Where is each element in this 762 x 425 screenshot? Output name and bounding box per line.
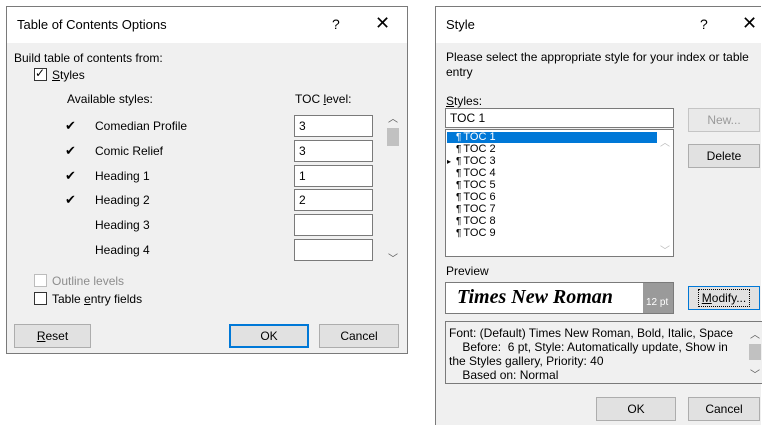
scrollbar-thumb[interactable]: [387, 128, 399, 146]
dialog-title: Table of Contents Options: [17, 17, 167, 32]
close-button[interactable]: ✕: [375, 13, 390, 34]
styles-list-scrollbar[interactable]: ︿ ﹀: [657, 130, 673, 256]
description-line: the Styles gallery, Priority: 40: [449, 354, 604, 368]
list-item[interactable]: ¶ TOC 9: [447, 228, 657, 240]
styles-checkbox-label: Styles: [52, 68, 85, 82]
modify-button[interactable]: Modify...: [688, 286, 760, 310]
preview-label: Preview: [446, 264, 489, 278]
preview-box: Times New Roman 12 pt: [445, 282, 674, 314]
title-bar: Style ? ✕: [436, 7, 761, 43]
cancel-button[interactable]: Cancel: [319, 324, 399, 348]
check-icon: ✔: [65, 168, 76, 183]
style-name[interactable]: Comic Relief: [95, 144, 163, 158]
list-item[interactable]: ¶ TOC 6: [447, 192, 657, 204]
preview-font-name: Times New Roman: [457, 286, 613, 308]
description-line: Based on: Normal: [449, 368, 559, 382]
style-name[interactable]: Comedian Profile: [95, 119, 187, 133]
scroll-down-icon[interactable]: ﹀: [747, 366, 762, 381]
scroll-down-icon[interactable]: ﹀: [657, 242, 673, 256]
pilcrow-icon: ¶: [456, 132, 462, 143]
check-icon: ✓: [35, 66, 46, 80]
toc-level-header: TOC level:: [295, 92, 352, 106]
list-item[interactable]: ¶ TOC 2: [447, 144, 657, 156]
modify-button-label: Modify...: [697, 289, 751, 307]
cancel-button[interactable]: Cancel: [688, 397, 760, 421]
pilcrow-icon: ¶: [456, 192, 462, 203]
toc-level-input[interactable]: 1: [294, 165, 373, 187]
style-name[interactable]: Heading 1: [95, 169, 150, 183]
style-name[interactable]: Heading 4: [95, 243, 150, 257]
pilcrow-icon: ¶: [456, 180, 462, 191]
delete-style-button[interactable]: Delete: [688, 144, 760, 168]
available-styles-list: ✔ Comedian Profile 3 ✔ Comic Relief 3 ✔ …: [51, 108, 401, 266]
description-line: Font: (Default) Times New Roman, Bold, I…: [449, 326, 734, 340]
outline-levels-checkbox[interactable]: [34, 274, 47, 287]
scroll-up-icon[interactable]: ︿: [657, 134, 673, 149]
description-scrollbar[interactable]: ︿ ﹀: [747, 322, 762, 383]
help-button[interactable]: ?: [700, 16, 708, 32]
help-button[interactable]: ?: [332, 16, 340, 32]
style-name[interactable]: Heading 3: [95, 218, 150, 232]
pilcrow-icon: ¶: [456, 228, 462, 239]
toc-options-dialog: Table of Contents Options ? ✕ Build tabl…: [6, 6, 408, 354]
reset-button[interactable]: Reset: [14, 324, 91, 348]
scroll-up-icon[interactable]: ︿: [385, 110, 401, 125]
dialog-title: Style: [446, 17, 475, 32]
close-button[interactable]: ✕: [742, 13, 757, 34]
check-icon: ✔: [65, 118, 76, 133]
style-description-box: Font: (Default) Times New Roman, Bold, I…: [445, 321, 762, 384]
scroll-up-icon[interactable]: ︿: [747, 326, 762, 341]
new-style-button[interactable]: New...: [688, 108, 760, 132]
styles-checkbox[interactable]: ✓: [34, 66, 47, 81]
style-dialog: Style ? ✕ Please select the appropriate …: [435, 6, 762, 425]
description-line: Before: 6 pt, Style: Automatically updat…: [449, 340, 728, 354]
check-icon: ✔: [65, 143, 76, 158]
list-item[interactable]: ¶ TOC 5: [447, 180, 657, 192]
pilcrow-icon: ¶: [456, 216, 462, 227]
list-item[interactable]: ¶ TOC 7: [447, 204, 657, 216]
instruction-text-cont: entry: [446, 65, 473, 79]
style-name[interactable]: Heading 2: [95, 193, 150, 207]
check-icon: ✔: [65, 192, 76, 207]
build-from-label: Build table of contents from:: [14, 51, 163, 65]
toc-level-input[interactable]: 3: [294, 115, 373, 137]
available-styles-header: Available styles:: [67, 92, 153, 106]
table-entry-fields-checkbox[interactable]: [34, 292, 47, 305]
preview-size: 12 pt: [646, 297, 669, 308]
outline-levels-label: Outline levels: [52, 274, 125, 288]
styles-scrollbar[interactable]: ︿ ﹀: [385, 108, 401, 266]
table-entry-fields-label: Table entry fields: [52, 292, 143, 306]
toc-level-input[interactable]: [294, 239, 373, 261]
pilcrow-icon: ¶: [456, 156, 462, 167]
expand-arrow-icon: ▸: [447, 157, 452, 166]
instruction-text: Please select the appropriate style for …: [446, 50, 749, 64]
pilcrow-icon: ¶: [456, 168, 462, 179]
styles-list[interactable]: ¶ TOC 1 ¶ TOC 2 ▸ ¶ TOC 3 ¶ TOC 4 ¶ TOC 5 ¶ TOC…: [445, 129, 674, 257]
toc-level-input[interactable]: 3: [294, 140, 373, 162]
style-name-input[interactable]: TOC 1: [445, 108, 674, 128]
list-item[interactable]: ▸ ¶ TOC 3: [447, 156, 657, 168]
title-bar: Table of Contents Options ? ✕: [7, 7, 407, 43]
ok-button[interactable]: OK: [229, 324, 309, 348]
scroll-down-icon[interactable]: ﹀: [385, 250, 401, 265]
toc-level-input[interactable]: 2: [294, 189, 373, 211]
list-item[interactable]: ¶ TOC 1: [447, 132, 657, 143]
pilcrow-icon: ¶: [456, 144, 462, 155]
ok-button[interactable]: OK: [596, 397, 676, 421]
styles-label: Styles:: [446, 94, 483, 108]
preview-size-swatch: 12 pt: [643, 283, 673, 313]
list-item[interactable]: ¶ TOC 4: [447, 168, 657, 180]
toc-level-input[interactable]: [294, 214, 373, 236]
pilcrow-icon: ¶: [456, 204, 462, 215]
list-item[interactable]: ¶ TOC 8: [447, 216, 657, 228]
scrollbar-thumb[interactable]: [749, 344, 761, 360]
